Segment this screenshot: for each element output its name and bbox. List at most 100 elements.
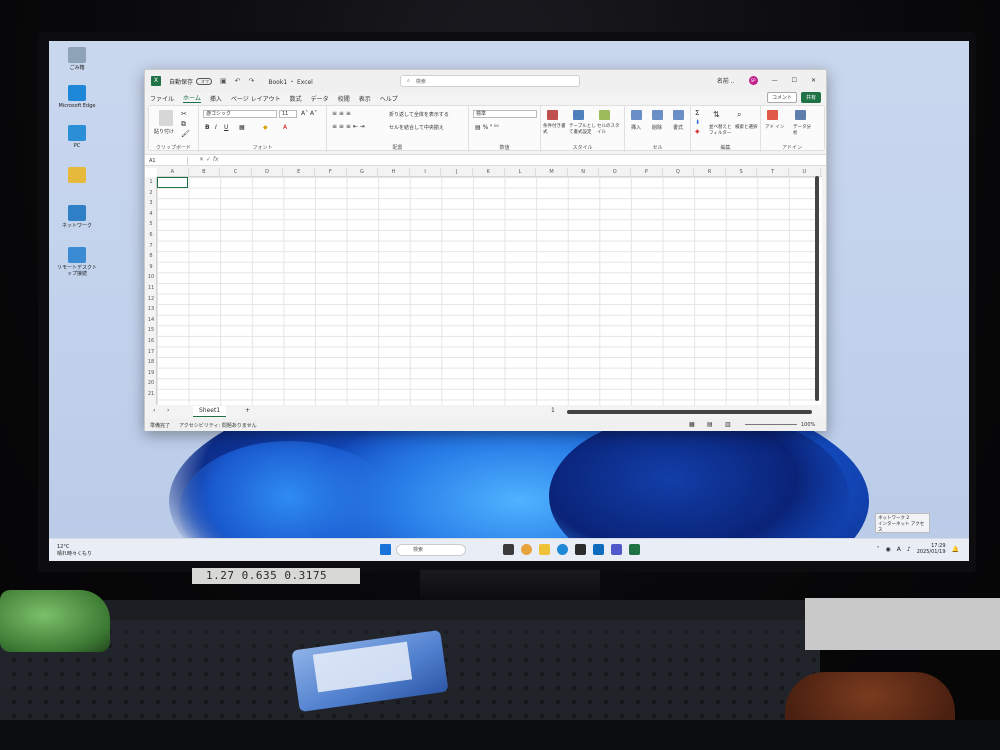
network-toast[interactable]: ネットワーク 2 インターネット アクセス <box>875 513 930 533</box>
row-header[interactable]: 7 <box>145 241 157 252</box>
column-header[interactable]: E <box>283 168 315 177</box>
fill-color-icon[interactable]: ◆ <box>263 124 268 131</box>
format-painter-icon[interactable]: 🖌 <box>181 130 190 138</box>
autosum-icon[interactable]: Σ <box>695 109 699 117</box>
column-header[interactable]: C <box>220 168 252 177</box>
start-icon[interactable] <box>380 544 391 555</box>
avatar[interactable]: SP <box>748 76 758 85</box>
row-header[interactable]: 11 <box>145 283 157 294</box>
number-format-select[interactable]: 標準 <box>473 110 537 118</box>
store-icon[interactable] <box>575 544 586 555</box>
clear-icon[interactable]: ◈ <box>695 128 700 135</box>
task-view-icon[interactable] <box>503 544 514 555</box>
menu-4[interactable]: 数式 <box>290 94 302 103</box>
search-box[interactable]: ⌕ 検索 <box>400 75 580 87</box>
border-icon[interactable]: ▦ <box>239 124 245 131</box>
column-header[interactable]: A <box>157 168 189 177</box>
zoom-slider[interactable] <box>745 424 797 425</box>
volume-icon[interactable]: ♪ <box>907 546 911 553</box>
row-header[interactable]: 17 <box>145 347 157 358</box>
copilot-icon[interactable] <box>521 544 532 555</box>
addins-icon[interactable] <box>767 110 778 120</box>
chevron-up-icon[interactable]: ˄ <box>876 546 879 553</box>
clock[interactable]: 17:29 2025/01/19 <box>917 543 946 555</box>
format-as-table-button[interactable]: テーブルとして書式設定 <box>569 123 597 135</box>
vertical-align-icons[interactable]: ≡ ≡ ≡ <box>332 110 351 117</box>
merge-center-button[interactable]: セルを結合して中央揃え <box>389 124 444 131</box>
row-header[interactable]: 2 <box>145 188 157 199</box>
teams-icon[interactable] <box>611 544 622 555</box>
maximize-icon[interactable]: ☐ <box>792 77 797 84</box>
horizontal-align-icons[interactable]: ≡ ≡ ≡ ⇤ ⇥ <box>332 123 365 130</box>
italic-icon[interactable]: I <box>215 124 217 131</box>
outlook-icon[interactable] <box>593 544 604 555</box>
column-header[interactable]: D <box>252 168 284 177</box>
bell-icon[interactable]: 🔔 <box>952 546 959 553</box>
menu-5[interactable]: データ <box>311 94 329 103</box>
column-header[interactable]: H <box>378 168 410 177</box>
row-header[interactable]: 9 <box>145 262 157 273</box>
row-header[interactable]: 15 <box>145 325 157 336</box>
row-header[interactable]: 1 <box>145 177 157 188</box>
underline-icon[interactable]: U <box>224 124 228 131</box>
format-cells-icon[interactable] <box>673 110 684 120</box>
next-sheet-icon[interactable]: › <box>167 407 169 414</box>
page-layout-icon[interactable]: ▤ <box>707 421 713 428</box>
column-header[interactable]: O <box>599 168 631 177</box>
menu-6[interactable]: 校閲 <box>338 94 350 103</box>
column-header[interactable]: P <box>631 168 663 177</box>
row-header[interactable]: 3 <box>145 198 157 209</box>
delete-cells-button[interactable]: 削除 <box>652 124 662 131</box>
wrap-text-button[interactable]: 折り返して全体を表示する <box>389 111 449 118</box>
column-header[interactable]: J <box>441 168 473 177</box>
minimize-icon[interactable]: — <box>772 77 778 84</box>
column-header[interactable]: B <box>189 168 221 177</box>
row-header[interactable]: 12 <box>145 294 157 305</box>
add-sheet-icon[interactable]: + <box>245 407 250 414</box>
menu-0[interactable]: ファイル <box>150 94 174 103</box>
menu-8[interactable]: ヘルプ <box>380 94 398 103</box>
column-header[interactable]: T <box>757 168 789 177</box>
sort-filter-icon[interactable]: ⇅ <box>713 110 720 119</box>
save-icon[interactable]: ▣ <box>220 77 227 85</box>
comment-button[interactable]: コメント <box>766 92 797 103</box>
weather-widget[interactable]: 12°C 晴れ時々くもり <box>57 544 92 557</box>
data-analysis-icon[interactable] <box>795 110 806 120</box>
normal-view-icon[interactable]: ▦ <box>689 421 695 428</box>
menu-3[interactable]: ページ レイアウト <box>231 94 281 103</box>
taskbar-search[interactable]: 検索 <box>396 544 466 556</box>
row-header[interactable]: 5 <box>145 219 157 230</box>
row-header[interactable]: 19 <box>145 368 157 379</box>
desktop-icon-folder[interactable] <box>55 167 99 185</box>
column-header[interactable]: K <box>473 168 505 177</box>
format-cells-button[interactable]: 書式 <box>673 124 683 131</box>
cell-styles-icon[interactable] <box>599 110 610 120</box>
row-header[interactable]: 10 <box>145 272 157 283</box>
share-button[interactable]: 共有 <box>800 92 821 103</box>
sort-filter-button[interactable]: 並べ替えとフィルター <box>709 124 735 136</box>
row-header[interactable]: 21 <box>145 389 157 400</box>
insert-cells-button[interactable]: 挿入 <box>631 124 641 131</box>
cell-styles-button[interactable]: セルのスタイル <box>597 123 623 135</box>
column-header[interactable]: S <box>726 168 758 177</box>
column-header[interactable]: G <box>347 168 379 177</box>
find-select-icon[interactable]: ⌕ <box>737 110 741 120</box>
column-header[interactable]: F <box>315 168 347 177</box>
row-header[interactable]: 6 <box>145 230 157 241</box>
font-name-select[interactable]: 游ゴシック <box>203 110 277 118</box>
insert-cells-icon[interactable] <box>631 110 642 120</box>
column-header[interactable]: R <box>694 168 726 177</box>
fill-icon[interactable]: ⬇ <box>695 119 700 126</box>
data-analysis-button[interactable]: データ分析 <box>793 124 815 136</box>
row-header[interactable]: 18 <box>145 357 157 368</box>
close-icon[interactable]: ✕ <box>811 77 816 84</box>
cut-icon[interactable]: ✂ <box>181 110 187 118</box>
undo-icon[interactable]: ↶ <box>235 77 241 85</box>
delete-cells-icon[interactable] <box>652 110 663 120</box>
paste-button[interactable]: 貼り付け <box>154 128 174 135</box>
cancel-icon[interactable]: ✕ <box>199 156 204 163</box>
font-color-icon[interactable]: A <box>283 124 287 131</box>
paste-icon[interactable] <box>159 110 173 126</box>
menu-7[interactable]: 表示 <box>359 94 371 103</box>
desktop-icon-recycle-bin[interactable]: ごみ箱 <box>55 47 99 71</box>
